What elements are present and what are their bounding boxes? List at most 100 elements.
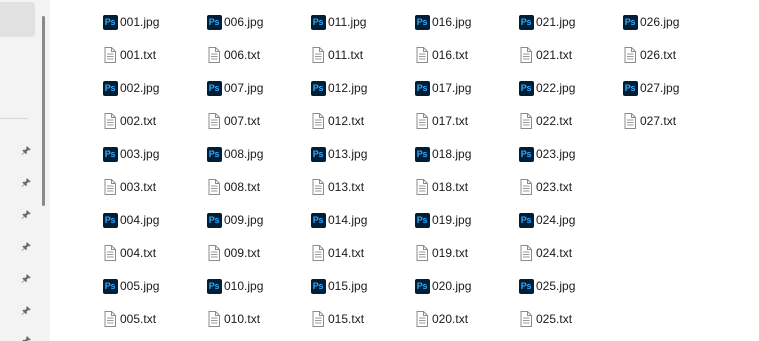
file-item[interactable]: Ps 020.jpg <box>414 275 471 297</box>
file-item[interactable]: 015.txt <box>310 308 364 330</box>
file-item[interactable]: 005.txt <box>102 308 156 330</box>
text-document-icon <box>414 311 430 327</box>
file-name: 015.txt <box>328 312 365 326</box>
file-item[interactable]: Ps 004.jpg <box>102 209 159 231</box>
file-item[interactable]: 024.txt <box>518 242 572 264</box>
file-item[interactable]: 025.txt <box>518 308 572 330</box>
text-document-icon <box>102 245 118 261</box>
file-item[interactable]: Ps 005.jpg <box>102 275 159 297</box>
text-document-icon <box>414 47 430 63</box>
pin-icon[interactable] <box>20 304 32 316</box>
file-item[interactable]: Ps 007.jpg <box>206 77 263 99</box>
pin-icon[interactable] <box>20 272 32 284</box>
photoshop-file-icon: Ps <box>622 80 638 96</box>
file-list-pane: Ps 001.jpg 001.txt Ps 002.jpg 002.txt Ps 003.jp… <box>50 0 759 341</box>
text-document-icon <box>310 245 326 261</box>
text-document-icon <box>102 47 118 63</box>
file-item[interactable]: Ps 001.jpg <box>102 11 159 33</box>
file-item[interactable]: Ps 026.jpg <box>622 11 679 33</box>
file-item[interactable]: 023.txt <box>518 176 572 198</box>
photoshop-file-icon: Ps <box>518 212 534 228</box>
file-name: 008.txt <box>224 180 261 194</box>
file-item[interactable]: 013.txt <box>310 176 364 198</box>
photoshop-file-icon: Ps <box>102 212 118 228</box>
file-item[interactable]: Ps 009.jpg <box>206 209 263 231</box>
file-item[interactable]: 014.txt <box>310 242 364 264</box>
pin-icon[interactable] <box>20 144 32 156</box>
pin-icon[interactable] <box>20 208 32 220</box>
nav-selected-item[interactable] <box>0 2 35 37</box>
text-document-icon <box>310 311 326 327</box>
text-document-icon <box>206 179 222 195</box>
file-item[interactable]: 011.txt <box>310 44 363 66</box>
file-item[interactable]: Ps 014.jpg <box>310 209 367 231</box>
file-item[interactable]: 026.txt <box>622 44 676 66</box>
file-item[interactable]: 002.txt <box>102 110 156 132</box>
file-item[interactable]: Ps 023.jpg <box>518 143 575 165</box>
file-item[interactable]: 020.txt <box>414 308 468 330</box>
file-item[interactable]: 021.txt <box>518 44 572 66</box>
file-item[interactable]: 022.txt <box>518 110 572 132</box>
file-name: 011.txt <box>328 48 364 62</box>
file-name: 019.txt <box>432 246 469 260</box>
file-item[interactable]: Ps 018.jpg <box>414 143 471 165</box>
text-document-icon <box>102 179 118 195</box>
file-item[interactable]: 008.txt <box>206 176 260 198</box>
file-item[interactable]: Ps 024.jpg <box>518 209 575 231</box>
pin-icon[interactable] <box>20 334 32 341</box>
text-document-icon <box>414 113 430 129</box>
pin-icon[interactable] <box>20 240 32 252</box>
file-item[interactable]: Ps 016.jpg <box>414 11 471 33</box>
text-document-icon <box>622 47 638 63</box>
ps-badge: Ps <box>102 212 118 228</box>
navigation-pane <box>0 0 36 341</box>
ps-badge: Ps <box>518 212 534 228</box>
text-document-icon <box>518 311 534 327</box>
ps-badge: Ps <box>102 278 118 294</box>
file-item[interactable]: Ps 002.jpg <box>102 77 159 99</box>
pin-icon[interactable] <box>20 176 32 188</box>
file-item[interactable]: Ps 010.jpg <box>206 275 263 297</box>
ps-badge: Ps <box>310 80 326 96</box>
file-item[interactable]: 027.txt <box>622 110 676 132</box>
photoshop-file-icon: Ps <box>310 146 326 162</box>
file-item[interactable]: 019.txt <box>414 242 468 264</box>
file-item[interactable]: Ps 027.jpg <box>622 77 679 99</box>
file-item[interactable]: 001.txt <box>102 44 156 66</box>
ps-badge: Ps <box>414 80 430 96</box>
file-name: 013.txt <box>328 180 365 194</box>
file-item[interactable]: 007.txt <box>206 110 260 132</box>
file-item[interactable]: 017.txt <box>414 110 468 132</box>
file-name: 014.txt <box>328 246 365 260</box>
photoshop-file-icon: Ps <box>414 278 430 294</box>
file-name: 011.jpg <box>328 15 367 29</box>
file-item[interactable]: Ps 025.jpg <box>518 275 575 297</box>
file-item[interactable]: Ps 019.jpg <box>414 209 471 231</box>
photoshop-file-icon: Ps <box>518 146 534 162</box>
nav-scrollbar-thumb[interactable] <box>42 16 45 206</box>
photoshop-file-icon: Ps <box>102 14 118 30</box>
ps-badge: Ps <box>206 146 222 162</box>
file-item[interactable]: 004.txt <box>102 242 156 264</box>
file-item[interactable]: 016.txt <box>414 44 468 66</box>
ps-badge: Ps <box>518 146 534 162</box>
file-item[interactable]: Ps 021.jpg <box>518 11 575 33</box>
file-item[interactable]: Ps 006.jpg <box>206 11 263 33</box>
ps-badge: Ps <box>518 80 534 96</box>
file-name: 004.jpg <box>120 213 160 227</box>
file-item[interactable]: Ps 022.jpg <box>518 77 575 99</box>
file-item[interactable]: 010.txt <box>206 308 260 330</box>
file-item[interactable]: 006.txt <box>206 44 260 66</box>
file-item[interactable]: 009.txt <box>206 242 260 264</box>
file-item[interactable]: Ps 008.jpg <box>206 143 263 165</box>
file-item[interactable]: Ps 017.jpg <box>414 77 471 99</box>
file-item[interactable]: 012.txt <box>310 110 364 132</box>
file-item[interactable]: 003.txt <box>102 176 156 198</box>
file-item[interactable]: Ps 015.jpg <box>310 275 367 297</box>
file-item[interactable]: 018.txt <box>414 176 468 198</box>
file-item[interactable]: Ps 013.jpg <box>310 143 367 165</box>
file-item[interactable]: Ps 011.jpg <box>310 11 366 33</box>
text-document-icon <box>414 245 430 261</box>
file-item[interactable]: Ps 003.jpg <box>102 143 159 165</box>
file-item[interactable]: Ps 012.jpg <box>310 77 367 99</box>
